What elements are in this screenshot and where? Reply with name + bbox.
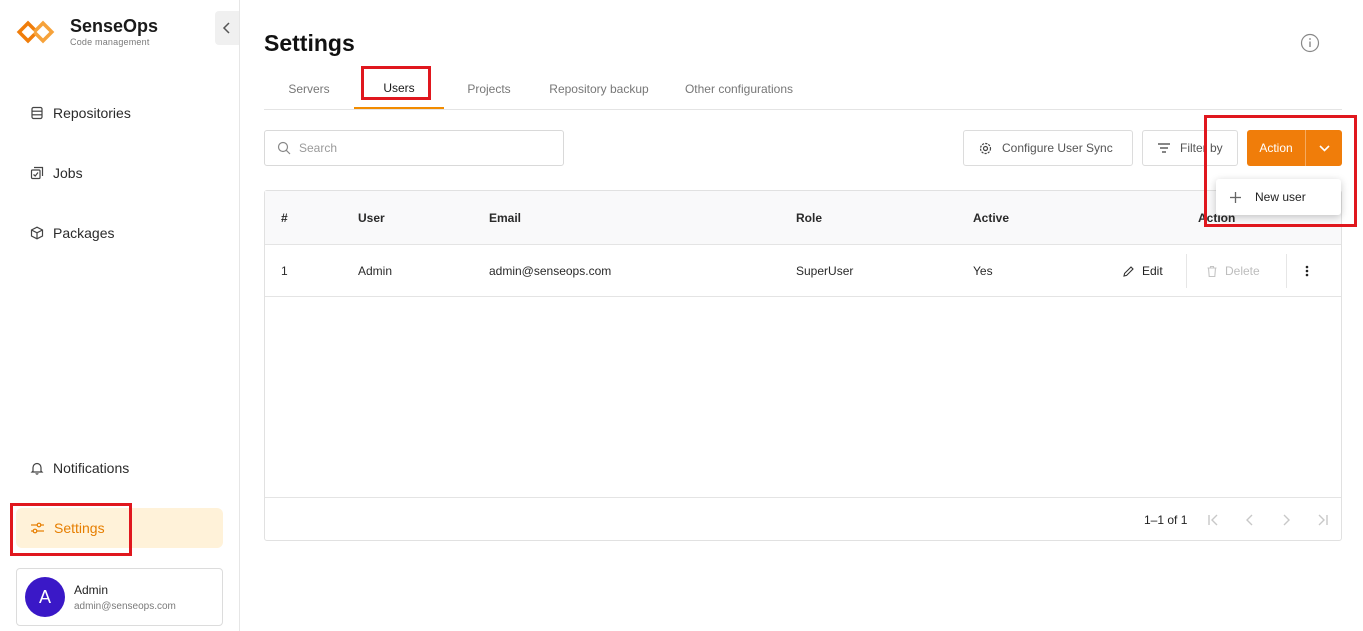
user-profile-card[interactable]: A Admin admin@senseops.com (16, 568, 223, 626)
more-options-icon[interactable] (1305, 245, 1316, 297)
search-icon (277, 141, 291, 155)
user-name: Admin (74, 582, 109, 597)
info-icon[interactable] (1300, 33, 1320, 58)
cell-active: Yes (973, 264, 993, 278)
brand-logo[interactable]: SenseOps Code management (16, 16, 158, 48)
tab-servers[interactable]: Servers (264, 69, 354, 109)
configure-user-sync-button[interactable]: Configure User Sync (963, 130, 1133, 166)
column-header-role: Role (796, 211, 823, 225)
new-user-label: New user (1255, 190, 1306, 204)
senseops-logo-icon (16, 16, 64, 48)
collapse-sidebar-button[interactable] (215, 11, 239, 45)
chevron-down-icon[interactable] (1305, 130, 1342, 166)
cell-email: admin@senseops.com (489, 264, 612, 278)
search-box[interactable] (264, 130, 564, 166)
avatar: A (25, 577, 65, 617)
sidebar-item-notifications[interactable]: Notifications (16, 448, 223, 488)
settings-tabs: Servers Users Projects Repository backup… (264, 69, 1342, 110)
brand-name: SenseOps (70, 16, 159, 36)
column-header-email: Email (489, 211, 522, 225)
table-row: 1 Admin admin@senseops.com SuperUser Yes… (265, 245, 1341, 297)
sidebar-item-packages[interactable]: Packages (16, 213, 223, 253)
action-button[interactable]: Action (1247, 130, 1342, 166)
last-page-icon[interactable] (1313, 511, 1331, 529)
tab-projects[interactable]: Projects (444, 69, 534, 109)
sidebar-item-settings[interactable]: Settings (16, 508, 223, 548)
package-icon (30, 226, 44, 240)
brand-tagline: Code management (70, 37, 150, 47)
tab-users[interactable]: Users (354, 69, 444, 109)
table-header: # User Email Role Active Action (265, 191, 1341, 245)
cell-index: 1 (281, 264, 288, 278)
first-page-icon[interactable] (1205, 511, 1223, 529)
edit-label: Edit (1142, 264, 1163, 278)
user-email: admin@senseops.com (74, 600, 176, 612)
sidebar-item-label: Packages (53, 225, 115, 241)
filter-icon (1158, 143, 1170, 153)
users-table: # User Email Role Active Action 1 Admin … (264, 190, 1342, 541)
sidebar: SenseOps Code management Repositories Jo… (0, 0, 240, 631)
sidebar-item-label: Settings (54, 520, 105, 536)
next-page-icon[interactable] (1277, 511, 1295, 529)
search-input[interactable] (299, 141, 539, 155)
tab-other-configurations[interactable]: Other configurations (664, 69, 814, 109)
jobs-icon (30, 166, 44, 180)
column-header-user: User (358, 211, 385, 225)
edit-button[interactable]: Edit (1122, 245, 1163, 297)
chevron-left-icon (222, 22, 230, 34)
sidebar-item-jobs[interactable]: Jobs (16, 153, 223, 193)
cell-user: Admin (358, 264, 393, 278)
column-header-active: Active (973, 211, 1010, 225)
delete-label: Delete (1225, 264, 1260, 278)
gear-icon (979, 142, 992, 154)
pagination-info: 1–1 of 1 (1144, 513, 1188, 527)
filter-label: Filter by (1180, 141, 1223, 155)
pencil-icon (1123, 265, 1134, 277)
page-title: Settings (264, 30, 355, 56)
sidebar-item-label: Jobs (53, 165, 83, 181)
plus-icon (1230, 191, 1241, 203)
action-divider (1286, 254, 1287, 288)
action-label: Action (1259, 141, 1293, 155)
trash-icon (1207, 265, 1217, 277)
filter-button[interactable]: Filter by (1142, 130, 1238, 166)
sidebar-item-label: Notifications (53, 460, 130, 476)
configure-user-sync-label: Configure User Sync (1002, 141, 1113, 155)
column-header-index: # (281, 211, 288, 225)
action-dropdown-new-user[interactable]: New user (1216, 179, 1341, 215)
previous-page-icon[interactable] (1241, 511, 1259, 529)
table-pagination: 1–1 of 1 (265, 497, 1341, 541)
sliders-icon (31, 522, 44, 534)
delete-button[interactable]: Delete (1206, 245, 1260, 297)
action-divider (1186, 254, 1187, 288)
bell-icon (30, 462, 44, 475)
sidebar-item-repositories[interactable]: Repositories (16, 93, 223, 133)
sidebar-item-label: Repositories (53, 105, 131, 121)
tab-repository-backup[interactable]: Repository backup (534, 69, 664, 109)
database-icon (31, 106, 43, 120)
cell-role: SuperUser (796, 264, 854, 278)
